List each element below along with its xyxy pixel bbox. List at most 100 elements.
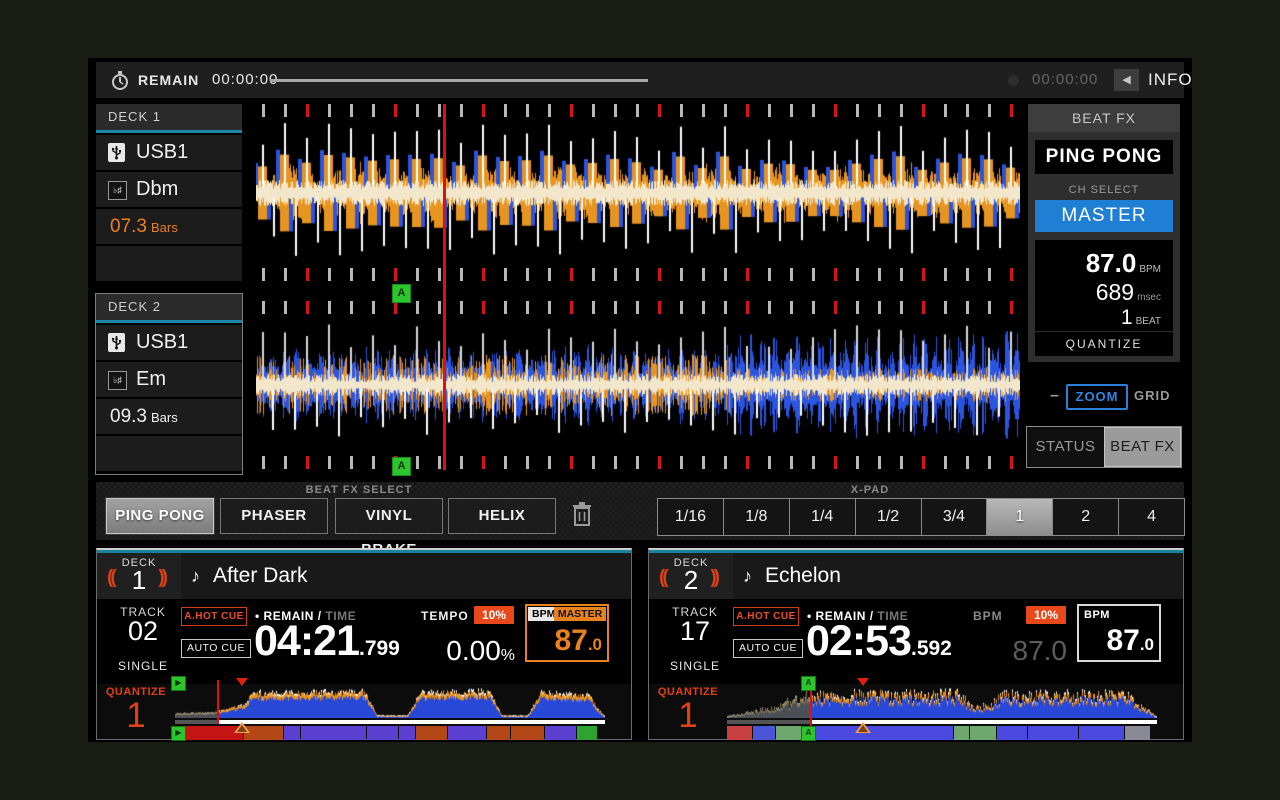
xpad-cell-1-16[interactable]: 1/16 xyxy=(658,499,724,535)
fx-select-ping-pong[interactable]: PING PONG xyxy=(106,498,214,534)
fx-beat-value: 1 xyxy=(1121,306,1133,329)
beat-tick xyxy=(768,104,771,117)
track-progress-bar[interactable] xyxy=(270,79,648,82)
xpad-cell-1-2[interactable]: 1/2 xyxy=(856,499,922,535)
beat-tick xyxy=(702,268,705,281)
beat-tick xyxy=(658,301,661,314)
beat-fx-effect-name[interactable]: PING PONG xyxy=(1035,140,1173,174)
xpad-cell-1-4[interactable]: 1/4 xyxy=(790,499,856,535)
deck1-track-title[interactable]: After Dark xyxy=(213,553,308,599)
tab-status[interactable]: STATUS xyxy=(1027,427,1104,467)
back-button[interactable]: ◀ xyxy=(1114,69,1139,91)
phrase-segment xyxy=(577,726,597,740)
xpad-cell-1-8[interactable]: 1/8 xyxy=(724,499,790,535)
deck1-main-waveform[interactable] xyxy=(256,120,1020,266)
beat-tick xyxy=(416,301,419,314)
beat-tick xyxy=(416,268,419,281)
beat-tick xyxy=(614,104,617,117)
fx-select-phaser[interactable]: PHASER xyxy=(220,498,328,534)
deck2-beat-ticks-top xyxy=(256,301,1020,314)
deck2-info-panel[interactable]: DECK 2 USB1 ♭♯ Em xyxy=(96,294,242,474)
channel-select-button[interactable]: MASTER xyxy=(1035,200,1173,232)
beat-tick xyxy=(548,301,551,314)
beat-tick xyxy=(966,456,969,469)
phrase-segment xyxy=(727,726,752,740)
deck1-auto-cue-button[interactable]: AUTO CUE xyxy=(181,639,251,658)
xpad-cell-4[interactable]: 4 xyxy=(1119,499,1184,535)
deck1-overview-playhead xyxy=(217,680,219,724)
deck1-overview-waveform[interactable]: ▶ ▶ xyxy=(175,684,605,740)
deck2-phrase-bar[interactable] xyxy=(727,726,1157,740)
deck2-main-waveform[interactable] xyxy=(256,316,1020,454)
zoom-minus-label[interactable]: – xyxy=(1050,387,1059,405)
deck2-tempo-range-badge[interactable]: 10% xyxy=(1026,606,1066,624)
beat-tick xyxy=(262,456,265,469)
beat-tick xyxy=(680,104,683,117)
beat-tick xyxy=(724,456,727,469)
info-label[interactable]: INFO xyxy=(1148,62,1193,98)
beat-tick xyxy=(328,104,331,117)
deck1-bars-row: 07.3Bars xyxy=(96,209,242,244)
beat-tick xyxy=(262,268,265,281)
cdj-screen-stage: REMAIN 00:00:00 00:00:00 ◀ INFO DECK 1 xyxy=(0,0,1280,800)
beat-tick xyxy=(856,268,859,281)
phrase-segment xyxy=(487,726,511,740)
beat-tick xyxy=(526,104,529,117)
music-note-icon: ♪ xyxy=(743,553,752,599)
beat-tick xyxy=(966,301,969,314)
beat-tick xyxy=(350,456,353,469)
deck2-quantize-value: 1 xyxy=(653,696,723,736)
phrase-segment xyxy=(1028,726,1079,740)
cue-marker-a-deck2[interactable]: A xyxy=(392,457,411,476)
phrase-segment xyxy=(301,726,366,740)
beat-tick xyxy=(878,104,881,117)
deck1-play-mode[interactable]: SINGLE xyxy=(111,659,175,673)
deck2-track-title[interactable]: Echelon xyxy=(765,553,841,599)
beat-tick xyxy=(438,456,441,469)
fx-quantize-button[interactable]: QUANTIZE xyxy=(1035,331,1173,356)
fx-bpm-row: 87.0BPM xyxy=(1035,240,1173,279)
beat-tick xyxy=(570,456,573,469)
deck2-hot-cue-button[interactable]: A.HOT CUE xyxy=(733,607,799,626)
fx-select-helix[interactable]: HELIX xyxy=(448,498,556,534)
deck1-empty-row xyxy=(96,246,242,281)
beat-tick xyxy=(966,268,969,281)
phrase-segment xyxy=(970,726,995,740)
phrase-segment xyxy=(367,726,398,740)
deck1-overview-row: QUANTIZE 1 ▶ ▶ xyxy=(97,684,631,740)
deck2-bpm-label: BPM xyxy=(973,609,1003,623)
beat-tick xyxy=(592,268,595,281)
deck1-info-header: DECK 1 xyxy=(96,104,242,133)
phrase-segment xyxy=(284,726,299,740)
deck2-phrase-marker-icon xyxy=(855,722,871,733)
xpad-cell-3-4[interactable]: 3/4 xyxy=(922,499,988,535)
xpad-cell-2[interactable]: 2 xyxy=(1053,499,1119,535)
beat-tick xyxy=(526,268,529,281)
beat-tick xyxy=(922,104,925,117)
beat-tick xyxy=(592,301,595,314)
zoom-button[interactable]: ZOOM xyxy=(1066,384,1128,410)
time-mode-label[interactable]: REMAIN xyxy=(138,62,199,98)
deck2-overview-waveform[interactable]: A A xyxy=(727,684,1157,740)
deck1-hot-cue-button[interactable]: A.HOT CUE xyxy=(181,607,247,626)
rec-time: 00:00:00 xyxy=(1032,62,1098,98)
beat-tick xyxy=(944,268,947,281)
deck2-play-mode[interactable]: SINGLE xyxy=(663,659,727,673)
beat-tick xyxy=(834,456,837,469)
tab-beatfx[interactable]: BEAT FX xyxy=(1104,427,1181,467)
beat-tick xyxy=(482,104,485,117)
deck2-status-panel: DECK (( 2 )) ♪ Echelon TRACK 17 SINGLE A… xyxy=(648,548,1184,740)
cue-marker-a-deck1[interactable]: A xyxy=(392,284,411,303)
main-playhead xyxy=(443,104,446,470)
deck2-auto-cue-button[interactable]: AUTO CUE xyxy=(733,639,803,658)
grid-button[interactable]: GRID xyxy=(1134,388,1171,403)
xpad-cell-1[interactable]: 1 xyxy=(987,499,1053,535)
deck1-tempo-range-badge[interactable]: 10% xyxy=(474,606,514,624)
xpad-grid: 1/161/81/41/23/4124 xyxy=(657,498,1185,536)
fx-select-vinyl-brake[interactable]: VINYL BRAKE xyxy=(335,498,443,534)
trash-icon[interactable] xyxy=(570,500,594,528)
beat-tick xyxy=(284,301,287,314)
beat-tick xyxy=(1010,268,1013,281)
usb-icon xyxy=(108,333,125,352)
deck1-info-panel[interactable]: DECK 1 USB1 ♭♯ Dbm xyxy=(96,104,242,284)
